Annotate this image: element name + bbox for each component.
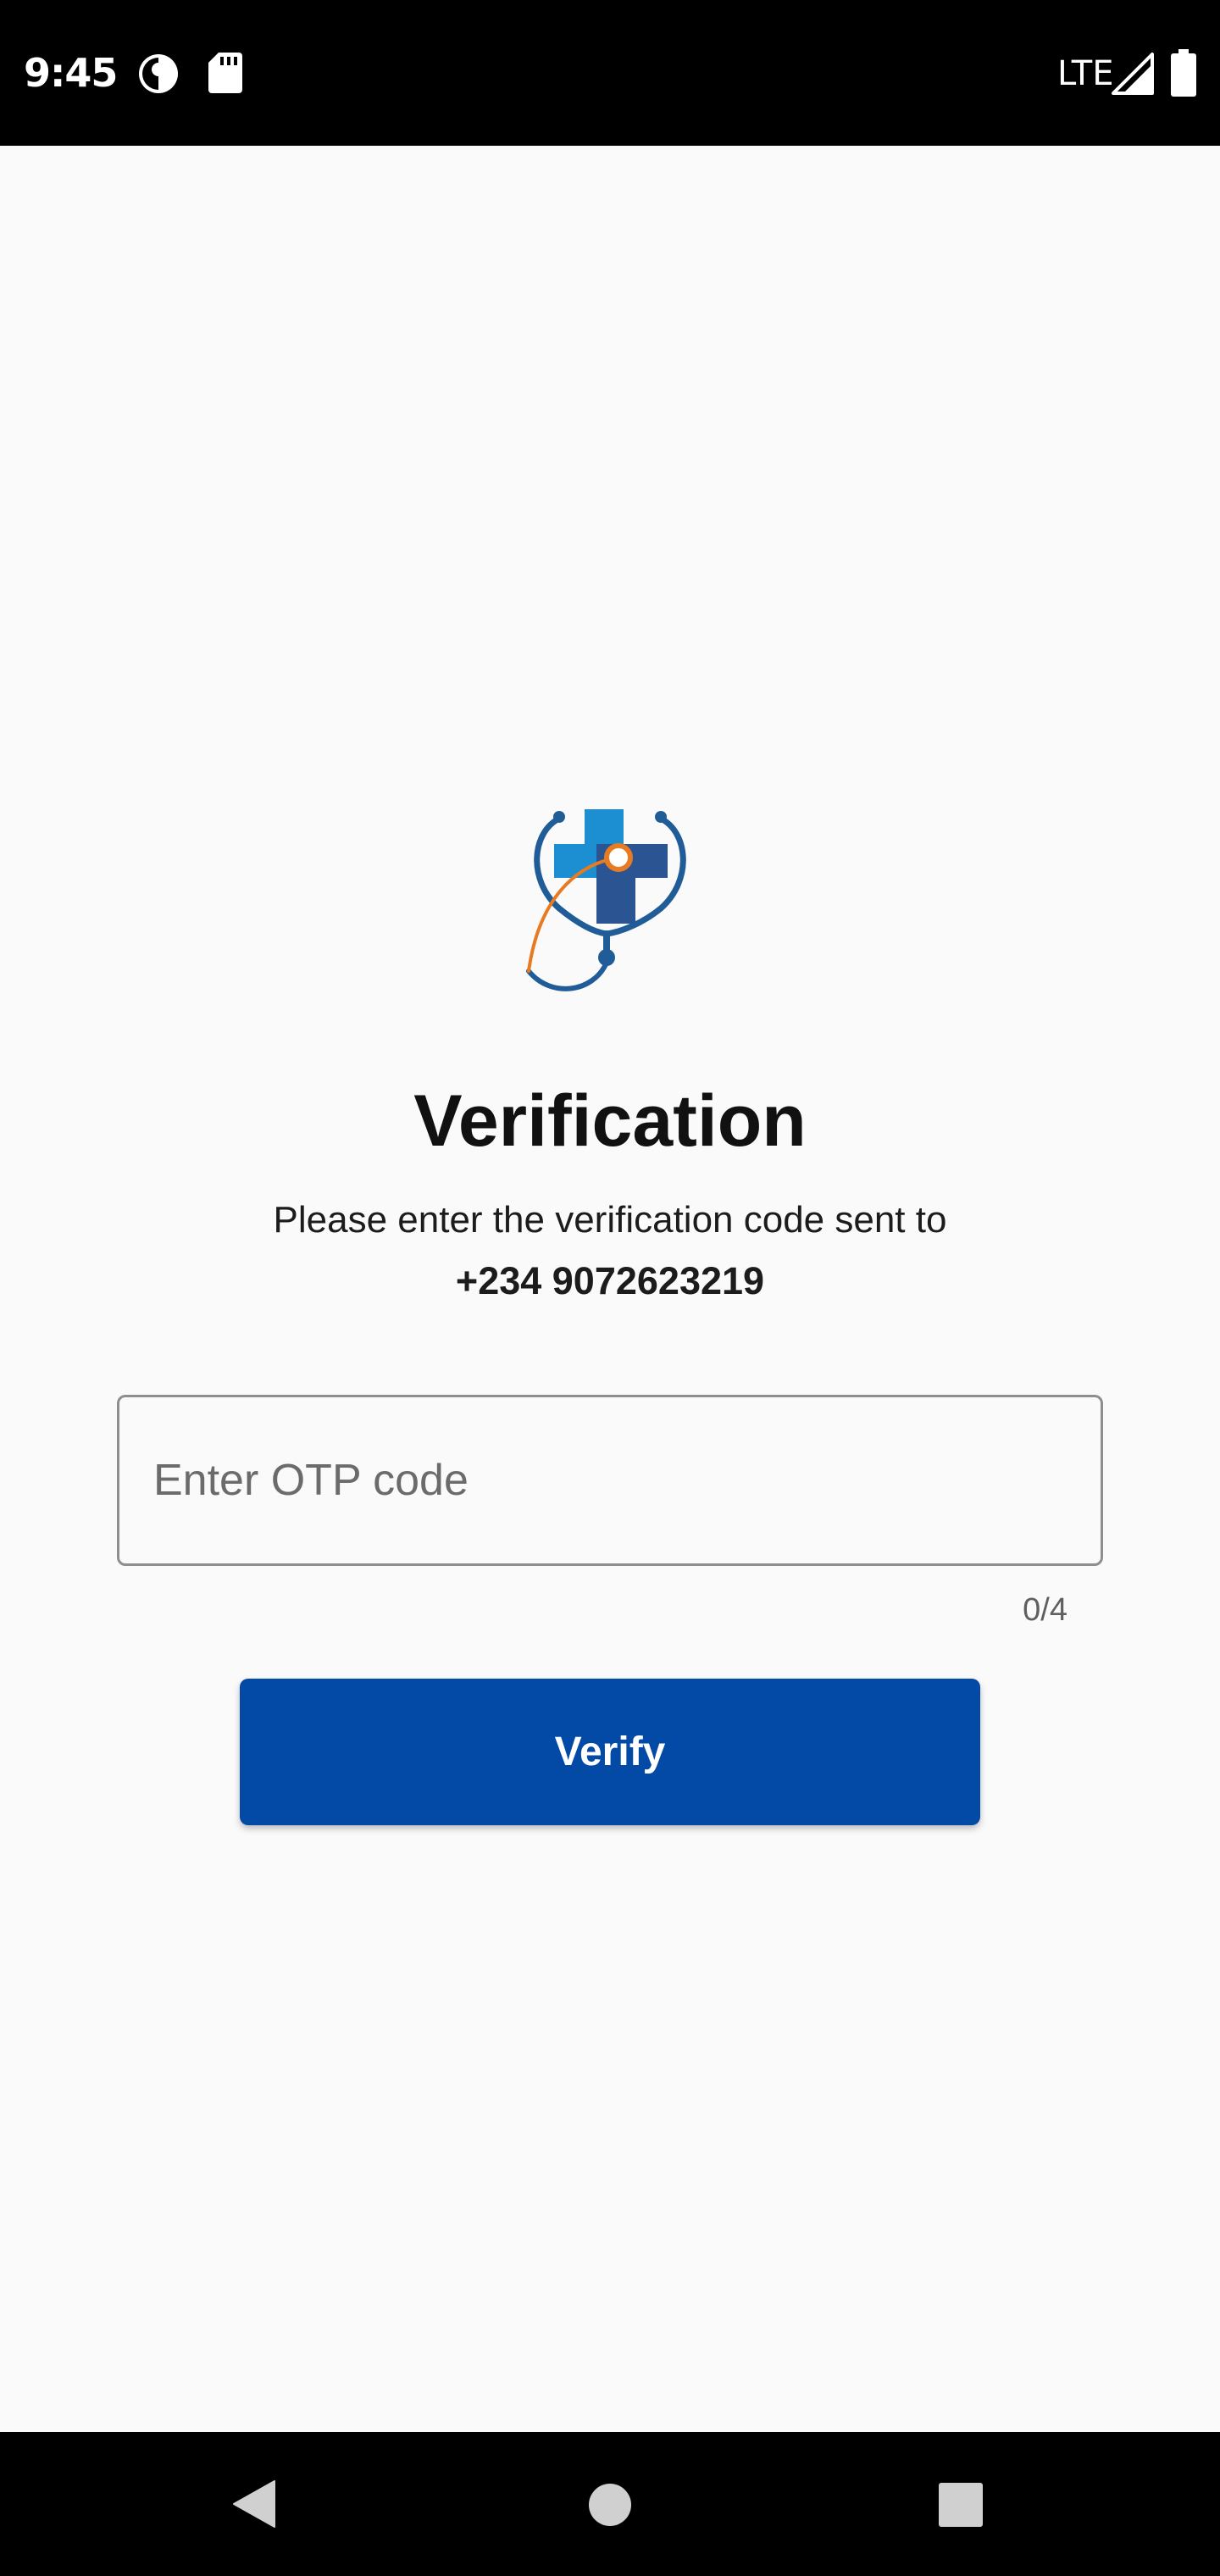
phone-number: +234 9072623219 [455, 1259, 765, 1302]
recents-icon[interactable] [939, 2483, 983, 2527]
back-icon[interactable] [232, 2479, 276, 2529]
battery-icon [1171, 49, 1196, 97]
home-icon[interactable] [588, 2483, 632, 2527]
status-time: 9:45 [24, 50, 118, 96]
status-bar: 9:45 LTE [0, 0, 1220, 146]
navigation-bar [0, 2432, 1220, 2576]
network-type: LTE [1057, 54, 1114, 93]
sd-card-icon [208, 53, 242, 93]
character-counter: 0/4 [1023, 1592, 1068, 1628]
verify-button[interactable]: Verify [240, 1679, 980, 1825]
medical-cross-stethoscope-logo [526, 809, 686, 991]
page-title: Verification [413, 1080, 807, 1162]
assistant-icon [139, 54, 178, 93]
verification-instructions: Please enter the verification code sent … [273, 1199, 947, 1241]
signal-icon [1112, 53, 1154, 95]
otp-input[interactable] [117, 1395, 1103, 1566]
